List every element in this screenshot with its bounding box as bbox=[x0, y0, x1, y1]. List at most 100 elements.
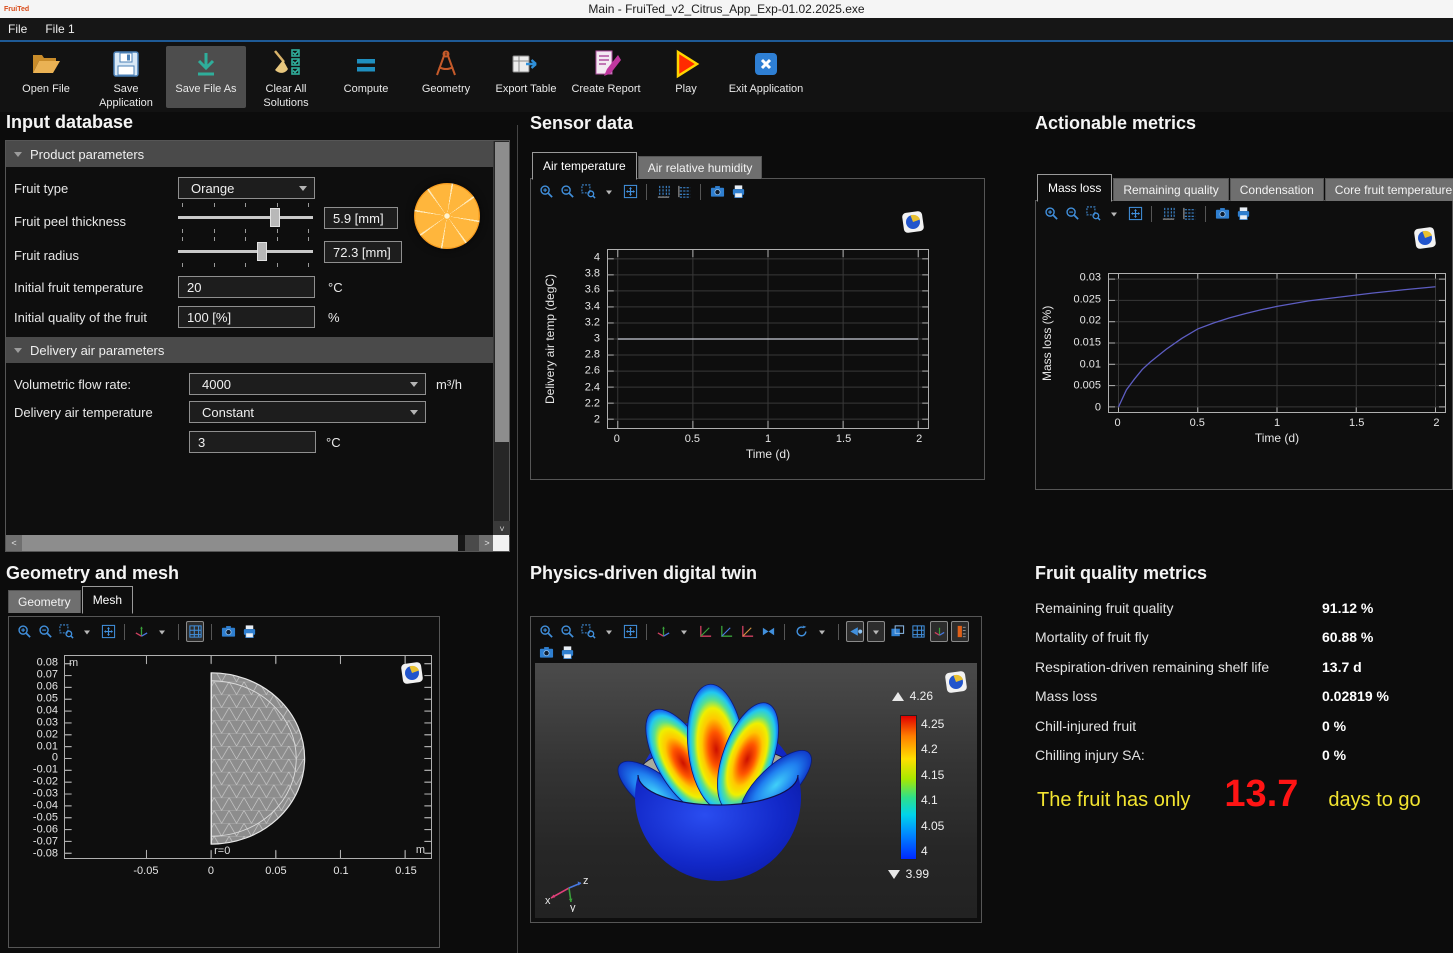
view-yz-icon[interactable] bbox=[717, 623, 735, 640]
menu-item[interactable]: File 1 bbox=[45, 22, 74, 36]
print-icon[interactable] bbox=[1234, 205, 1252, 222]
zoom-in-icon[interactable] bbox=[537, 623, 555, 640]
colorbar bbox=[900, 715, 917, 860]
caret-icon[interactable] bbox=[675, 623, 693, 640]
tab[interactable]: Remaining quality bbox=[1113, 178, 1228, 201]
menu-item[interactable]: File bbox=[8, 22, 27, 36]
mass-loss-chart-area[interactable] bbox=[1108, 273, 1446, 413]
print-icon[interactable] bbox=[558, 644, 576, 661]
scroll-left-button[interactable]: < bbox=[6, 535, 22, 551]
print-icon[interactable] bbox=[729, 183, 747, 200]
axis-orientation-icon[interactable] bbox=[132, 623, 150, 640]
scrollbar-thumb[interactable] bbox=[495, 142, 509, 442]
caret-icon[interactable] bbox=[1105, 205, 1123, 222]
x-grid-icon[interactable] bbox=[1159, 205, 1177, 222]
snapshot-icon[interactable] bbox=[537, 644, 555, 661]
initial-quality-field[interactable]: 100 [%] bbox=[178, 306, 315, 328]
view-xy-icon[interactable] bbox=[696, 623, 714, 640]
mesh-plot-area[interactable]: r=0 m m bbox=[64, 655, 432, 859]
scene-light-icon[interactable] bbox=[846, 621, 864, 642]
air-temp-value-field[interactable]: 3 bbox=[189, 431, 316, 453]
slider-thumb[interactable] bbox=[257, 242, 267, 261]
legend-icon[interactable] bbox=[951, 621, 969, 642]
zoom-out-icon[interactable] bbox=[1063, 205, 1081, 222]
zoom-in-icon[interactable] bbox=[1042, 205, 1060, 222]
svg-text:x: x bbox=[545, 895, 551, 907]
clear-all-solutions-button[interactable]: Clear All Solutions bbox=[246, 46, 326, 111]
open-file-button[interactable]: Open File bbox=[6, 46, 86, 108]
zoom-out-icon[interactable] bbox=[558, 623, 576, 640]
caret-icon[interactable] bbox=[153, 623, 171, 640]
section-header-product[interactable]: Product parameters bbox=[6, 141, 493, 167]
vertical-scrollbar[interactable]: ˅ bbox=[493, 141, 509, 537]
zoom-out-icon[interactable] bbox=[36, 623, 54, 640]
initial-temp-field[interactable]: 20 bbox=[178, 276, 315, 298]
fruit-type-select[interactable]: Orange bbox=[178, 177, 315, 199]
metric-value: 91.12 % bbox=[1322, 600, 1373, 616]
fruit-radius-slider[interactable] bbox=[178, 235, 313, 269]
metric-value: 60.88 % bbox=[1322, 629, 1373, 645]
snapshot-icon[interactable] bbox=[1213, 205, 1231, 222]
axes-icon[interactable] bbox=[930, 621, 948, 642]
view-xz-icon[interactable] bbox=[738, 623, 756, 640]
y-grid-icon[interactable] bbox=[675, 183, 693, 200]
zoom-box-icon[interactable] bbox=[57, 623, 75, 640]
scrollbar-thumb[interactable] bbox=[22, 535, 458, 551]
zoom-box-icon[interactable] bbox=[579, 623, 597, 640]
export-table-button[interactable]: Export Table bbox=[486, 46, 566, 108]
save-file-as-button[interactable]: Save File As bbox=[166, 46, 246, 108]
twin-3d-viewport[interactable]: 4.26 4.254.24.154.14.054 3.99 x y z bbox=[535, 663, 977, 918]
fruit-quality-title: Fruit quality metrics bbox=[1035, 563, 1207, 584]
peel-thickness-value[interactable]: 5.9 [mm] bbox=[324, 207, 398, 229]
fruit-radius-value[interactable]: 72.3 [mm] bbox=[324, 241, 402, 263]
zoom-box-icon[interactable] bbox=[579, 183, 597, 200]
tab[interactable]: Condensation bbox=[1230, 178, 1324, 201]
tab[interactable]: Core fruit temperature bbox=[1325, 178, 1453, 201]
flow-rate-select[interactable]: 4000 bbox=[189, 373, 426, 395]
section-header-delivery[interactable]: Delivery air parameters bbox=[6, 337, 493, 363]
sensor-chart-area[interactable] bbox=[607, 249, 929, 429]
zoom-extents-icon[interactable] bbox=[99, 623, 117, 640]
axis-orientation-icon[interactable] bbox=[654, 623, 672, 640]
zoom-extents-icon[interactable] bbox=[1126, 205, 1144, 222]
metric-label: Mortality of fruit fly bbox=[1035, 629, 1322, 645]
zoom-in-icon[interactable] bbox=[15, 623, 33, 640]
x-grid-icon[interactable] bbox=[654, 183, 672, 200]
grid-icon[interactable] bbox=[186, 621, 204, 642]
caret-icon[interactable] bbox=[78, 623, 96, 640]
perspective-icon[interactable] bbox=[759, 623, 777, 640]
zoom-box-icon[interactable] bbox=[1084, 205, 1102, 222]
air-temp-select[interactable]: Constant bbox=[189, 401, 426, 423]
rotate-icon[interactable] bbox=[792, 623, 810, 640]
caret-icon[interactable] bbox=[600, 183, 618, 200]
environment-icon[interactable] bbox=[888, 623, 906, 640]
horizontal-scrollbar[interactable]: < > bbox=[6, 535, 495, 551]
play-button[interactable]: Play bbox=[646, 46, 726, 108]
tab[interactable]: Mesh bbox=[82, 586, 133, 614]
exit-application-button[interactable]: Exit Application bbox=[726, 46, 806, 108]
y-grid-icon[interactable] bbox=[1180, 205, 1198, 222]
slider-thumb[interactable] bbox=[270, 208, 280, 227]
geometry-button[interactable]: Geometry bbox=[406, 46, 486, 108]
zoom-out-icon[interactable] bbox=[558, 183, 576, 200]
grid-icon[interactable] bbox=[909, 623, 927, 640]
tab[interactable]: Air relative humidity bbox=[638, 156, 763, 179]
zoom-extents-icon[interactable] bbox=[621, 623, 639, 640]
caret-icon[interactable] bbox=[600, 623, 618, 640]
exit-x-icon bbox=[750, 48, 782, 80]
create-report-button[interactable]: Create Report bbox=[566, 46, 646, 108]
zoom-extents-icon[interactable] bbox=[621, 183, 639, 200]
tab[interactable]: Air temperature bbox=[532, 152, 637, 180]
colorbar-max: 4.26 bbox=[892, 689, 933, 703]
save-application-button[interactable]: Save Application bbox=[86, 46, 166, 111]
peel-thickness-slider[interactable] bbox=[178, 201, 313, 235]
print-icon[interactable] bbox=[240, 623, 258, 640]
snapshot-icon[interactable] bbox=[708, 183, 726, 200]
zoom-in-icon[interactable] bbox=[537, 183, 555, 200]
caret-icon[interactable] bbox=[813, 623, 831, 640]
caret-icon[interactable] bbox=[867, 621, 885, 642]
snapshot-icon[interactable] bbox=[219, 623, 237, 640]
tab[interactable]: Geometry bbox=[8, 590, 81, 613]
tab[interactable]: Mass loss bbox=[1037, 174, 1112, 202]
compute-button[interactable]: Compute bbox=[326, 46, 406, 108]
